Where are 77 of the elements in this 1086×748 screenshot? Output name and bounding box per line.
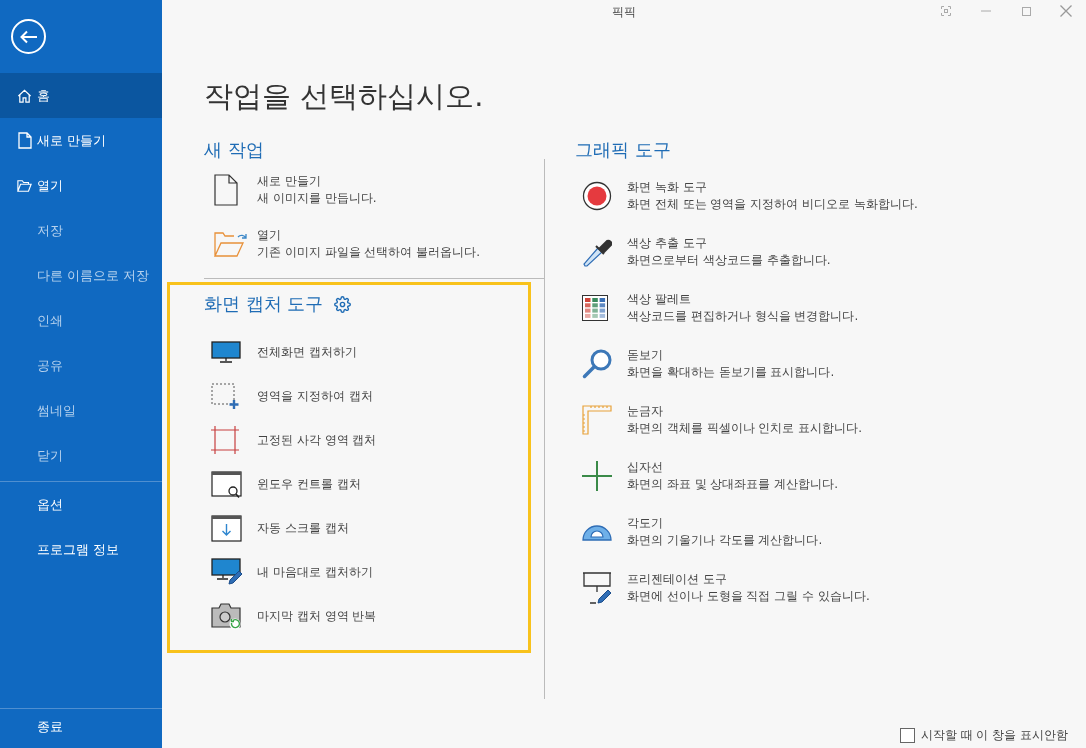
graphic-tool-item[interactable]: 화면 녹화 도구 화면 전체 또는 영역을 지정하여 비디오로 녹화합니다.	[575, 177, 918, 215]
tool-title: 각도기	[627, 515, 664, 532]
tool-description: 화면의 기울기나 각도를 계산합니다.	[627, 532, 823, 549]
sidebar-item[interactable]: 홈	[0, 73, 162, 118]
graphic-tool-item[interactable]: 눈금자 화면의 객체를 픽셀이나 인치로 표시합니다.	[575, 401, 918, 439]
magnifier-icon	[582, 349, 612, 379]
palette-grid-icon	[582, 295, 608, 321]
tool-title: 돋보기	[627, 347, 664, 364]
graphic-tool-item[interactable]: 각도기 화면의 기울기나 각도를 계산합니다.	[575, 513, 918, 551]
crop-frame-icon	[211, 426, 239, 454]
tool-title: 눈금자	[627, 403, 664, 420]
folder-icon	[17, 178, 32, 193]
graphic-tool-item[interactable]: 십자선 화면의 좌표 및 상대좌표를 계산합니다.	[575, 457, 918, 495]
maximize-icon	[1021, 6, 1031, 16]
ruler-icon	[582, 405, 612, 435]
tool-description: 화면으로부터 색상코드를 추출합니다.	[627, 252, 831, 269]
board-pen-icon	[582, 572, 612, 604]
capture-tool-item[interactable]: 영역을 지정하여 캡처	[204, 374, 544, 418]
capture-frame-icon	[941, 6, 951, 16]
capture-tool-item[interactable]: 자동 스크롤 캡처	[204, 506, 544, 550]
tool-description: 화면을 확대하는 돋보기를 표시합니다.	[627, 364, 835, 381]
folder-icon	[214, 231, 248, 257]
close-icon	[1060, 5, 1072, 17]
capture-tool-item[interactable]: 내 마음대로 캡처하기	[204, 550, 544, 594]
checkbox[interactable]	[899, 727, 915, 743]
window-search-icon	[211, 470, 243, 498]
document-icon	[17, 132, 32, 149]
minimize-icon	[981, 10, 991, 12]
graphic-tool-item[interactable]: 색상 추출 도구 화면으로부터 색상코드를 추출합니다.	[575, 233, 918, 271]
settings-icon	[333, 295, 351, 313]
graphic-tool-item[interactable]: 돋보기 화면을 확대하는 돋보기를 표시합니다.	[575, 345, 918, 383]
exit-button[interactable]: 종료	[0, 709, 162, 745]
section-heading: 화면 캡처 도구	[204, 292, 324, 316]
task-description: 새 이미지를 만듭니다.	[257, 190, 377, 207]
tool-description: 화면 전체 또는 영역을 지정하여 비디오로 녹화합니다.	[627, 196, 918, 213]
capture-tool-item[interactable]: 마지막 캡처 영역 반복	[204, 594, 544, 638]
tool-description: 화면에 선이나 도형을 직접 그릴 수 있습니다.	[627, 588, 870, 605]
graphic-tool-item[interactable]: 프리젠테이션 도구 화면에 선이나 도형을 직접 그릴 수 있습니다.	[575, 569, 918, 607]
record-icon	[582, 181, 612, 211]
document-icon	[214, 174, 238, 206]
home-icon	[17, 87, 32, 104]
graphic-tool-item[interactable]: 색상 팔레트 색상코드를 편집하거나 형식을 변경합니다.	[575, 289, 918, 327]
section-heading: 그래픽 도구	[575, 138, 671, 162]
task-item[interactable]: 열기 기존 이미지 파일을 선택하여 불러옵니다.	[204, 225, 544, 263]
checkbox-label: 시작할 때 이 창을 표시안함	[920, 727, 1068, 744]
monitor-icon	[211, 341, 241, 363]
task-item[interactable]: 새로 만들기 새 이미지를 만듭니다.	[204, 171, 544, 209]
crosshair-icon	[582, 461, 612, 491]
tool-title: 프리젠테이션 도구	[627, 571, 728, 588]
tool-title: 색상 추출 도구	[627, 235, 708, 252]
task-title: 열기	[257, 227, 282, 244]
region-select-icon	[211, 383, 239, 409]
protractor-icon	[582, 523, 612, 541]
tool-description: 화면의 객체를 픽셀이나 인치로 표시합니다.	[627, 420, 863, 437]
back-arrow-icon	[19, 29, 38, 44]
sidebar-item[interactable]: 새로 만들기	[0, 118, 162, 163]
section-heading: 새 작업	[204, 138, 264, 162]
page-heading: 작업을 선택하십시오.	[204, 78, 484, 115]
window-title: 픽픽	[612, 4, 636, 21]
task-title: 새로 만들기	[257, 173, 322, 190]
settings-button[interactable]	[333, 295, 352, 313]
tool-description: 화면의 좌표 및 상대좌표를 계산합니다.	[627, 476, 839, 493]
camera-refresh-icon	[211, 602, 243, 630]
monitor-pen-icon	[211, 558, 243, 586]
scroll-window-icon	[211, 514, 243, 542]
tool-title: 십자선	[627, 459, 664, 476]
back-button[interactable]	[11, 19, 46, 54]
sidebar-item[interactable]: 프로그램 정보	[0, 527, 162, 572]
sidebar-item[interactable]: 열기	[0, 163, 162, 208]
capture-tool-item[interactable]: 윈도우 컨트롤 캡처	[204, 462, 544, 506]
capture-tool-item[interactable]: 고정된 사각 영역 캡처	[204, 418, 544, 462]
capture-tool-item[interactable]: 전체화면 캡처하기	[204, 330, 544, 374]
tool-title: 색상 팔레트	[627, 291, 692, 308]
task-description: 기존 이미지 파일을 선택하여 불러옵니다.	[257, 244, 481, 261]
tool-description: 색상코드를 편집하거나 형식을 변경합니다.	[627, 308, 859, 325]
tool-title: 화면 녹화 도구	[627, 179, 708, 196]
sidebar-item[interactable]: 옵션	[0, 482, 162, 527]
